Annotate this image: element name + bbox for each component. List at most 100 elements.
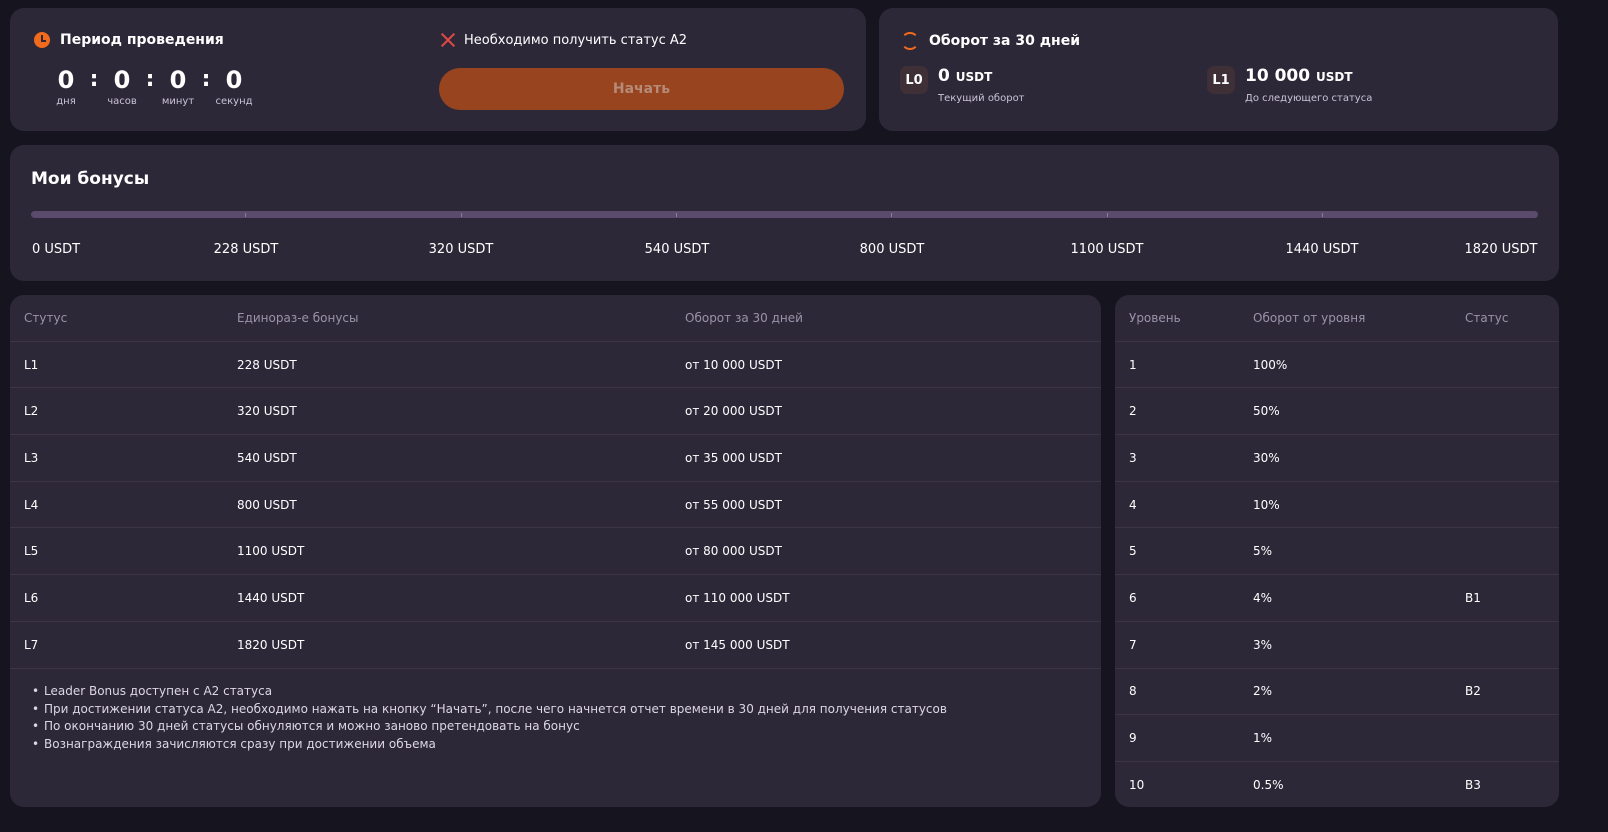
turnover-card: Оборот за 30 дней L0 0 USDT Текущий обор… [879, 8, 1558, 131]
current-value: 0 [938, 66, 950, 86]
timer-minutes-label: минут [161, 96, 195, 107]
table-row: L5 1100 USDT от 80 000 USDT [10, 529, 1101, 576]
status-cell: L1 [24, 357, 39, 372]
start-button[interactable]: Начать [439, 68, 844, 110]
turnover-cell: от 20 000 USDT [685, 404, 782, 419]
turnover-cell: от 10 000 USDT [685, 357, 782, 372]
bonus-cell: 540 USDT [237, 450, 297, 465]
table-row: 3 30% [1115, 435, 1559, 482]
table-row: L1 228 USDT от 10 000 USDT [10, 342, 1101, 389]
next-unit: USDT [1315, 70, 1353, 84]
bonus-cell: 320 USDT [237, 404, 297, 419]
status-table-card: Стутус Единораз-е бонусы Оборот за 30 дн… [10, 295, 1101, 807]
milestone-label: 228 USDT [213, 242, 279, 257]
percent-cell: 5% [1253, 544, 1273, 559]
milestone-label: 320 USDT [428, 242, 494, 257]
level-badge: L0 [900, 66, 928, 94]
level-cell: 1 [1129, 357, 1137, 372]
levels-table-card: Уровень Оборот от уровня Статус 1 100% 2… [1115, 295, 1559, 807]
timer-seconds-label: секунд [215, 96, 253, 107]
bonus-cell: 1100 USDT [237, 544, 305, 559]
bonus-progress-track [31, 211, 1538, 218]
turnover-cell: от 35 000 USDT [685, 450, 782, 465]
note-item: При достижении статуса A2, необходимо на… [32, 701, 947, 719]
percent-cell: 100% [1253, 357, 1288, 372]
table-row: L2 320 USDT от 20 000 USDT [10, 388, 1101, 436]
progress-tick [461, 213, 462, 217]
percent-cell: 2% [1253, 684, 1273, 699]
clock-icon [34, 32, 50, 48]
turnover-title: Оборот за 30 дней [929, 33, 1081, 49]
column-header: Стутус [24, 310, 68, 325]
current-unit: USDT [955, 70, 993, 84]
percent-cell: 10% [1253, 497, 1280, 512]
timer-separator: : [201, 67, 211, 92]
note-item: По окончанию 30 дней статусы обнуляются … [32, 718, 947, 736]
table-row: L3 540 USDT от 35 000 USDT [10, 435, 1101, 482]
timer-days-label: дня [56, 96, 76, 107]
milestone-label: 1100 USDT [1070, 242, 1144, 257]
timer-days: 0 дня [44, 66, 88, 107]
table-row: 7 3% [1115, 622, 1559, 669]
requirement-notice: Необходимо получить статус А2 [440, 32, 687, 48]
level-cell: 6 [1129, 591, 1137, 606]
timer-days-value: 0 [57, 66, 75, 94]
period-card: Период проведения 0 дня : 0 часов : 0 ми… [10, 8, 866, 131]
status-cell: L3 [24, 450, 39, 465]
timer-hours: 0 часов [100, 66, 144, 107]
timer-separator: : [89, 67, 99, 92]
table-row: L4 800 USDT от 55 000 USDT [10, 482, 1101, 529]
bonus-cell: 800 USDT [237, 497, 297, 512]
timer-minutes: 0 минут [156, 66, 200, 107]
table-row: 9 1% [1115, 715, 1559, 762]
level-cell: 9 [1129, 731, 1137, 746]
period-title: Период проведения [60, 32, 224, 48]
level-badge: L1 [1207, 66, 1235, 94]
timer-hours-value: 0 [113, 66, 131, 94]
requirement-text: Необходимо получить статус А2 [464, 32, 688, 48]
status-cell: L2 [24, 404, 39, 419]
status-cell: L5 [24, 544, 39, 559]
current-turnover: L0 0 USDT Текущий оборот [900, 66, 1025, 104]
next-status-turnover: L1 10 000 USDT До следующего статуса [1207, 66, 1372, 104]
progress-tick [891, 213, 892, 217]
column-header: Статус [1465, 310, 1509, 325]
percent-cell: 30% [1253, 450, 1280, 465]
bonus-cell: 1440 USDT [237, 591, 305, 606]
table-row: 6 4% B1 [1115, 575, 1559, 622]
milestone-label: 1440 USDT [1285, 242, 1359, 257]
table-row: L6 1440 USDT от 110 000 USDT [10, 575, 1101, 622]
level-cell: 8 [1129, 684, 1137, 699]
status-cell: B3 [1465, 778, 1481, 793]
timer-seconds: 0 секунд [212, 66, 256, 107]
progress-tick [1107, 213, 1108, 217]
column-header: Оборот за 30 дней [685, 310, 803, 325]
levels-table-header: Уровень Оборот от уровня Статус [1115, 295, 1559, 342]
percent-cell: 1% [1253, 731, 1273, 746]
table-row: 8 2% B2 [1115, 669, 1559, 716]
milestone-label: 800 USDT [859, 242, 925, 257]
table-row: 10 0.5% B3 [1115, 762, 1559, 807]
turnover-cell: от 145 000 USDT [685, 637, 790, 652]
percent-cell: 4% [1253, 591, 1273, 606]
status-cell: B2 [1465, 684, 1481, 699]
level-cell: 7 [1129, 637, 1137, 652]
percent-cell: 3% [1253, 637, 1273, 652]
column-header: Оборот от уровня [1253, 310, 1366, 325]
bonus-cell: 228 USDT [237, 357, 297, 372]
next-turnover-desc: До следующего статуса [1245, 93, 1373, 104]
status-cell: B1 [1465, 591, 1481, 606]
notes-list: Leader Bonus доступен с A2 статуса При д… [32, 683, 947, 753]
milestone-label: 1820 USDT [1464, 242, 1538, 257]
status-cell: L6 [24, 591, 39, 606]
next-turnover-value: 10 000 USDT [1245, 66, 1372, 87]
level-cell: 4 [1129, 497, 1137, 512]
table-row: 4 10% [1115, 482, 1559, 529]
percent-cell: 0.5% [1253, 778, 1284, 793]
milestone-label: 0 USDT [31, 242, 81, 257]
refresh-icon [901, 32, 919, 50]
turnover-cell: от 110 000 USDT [685, 591, 790, 606]
level-cell: 10 [1129, 778, 1145, 793]
bonus-cell: 1820 USDT [237, 637, 305, 652]
progress-tick [245, 213, 246, 217]
